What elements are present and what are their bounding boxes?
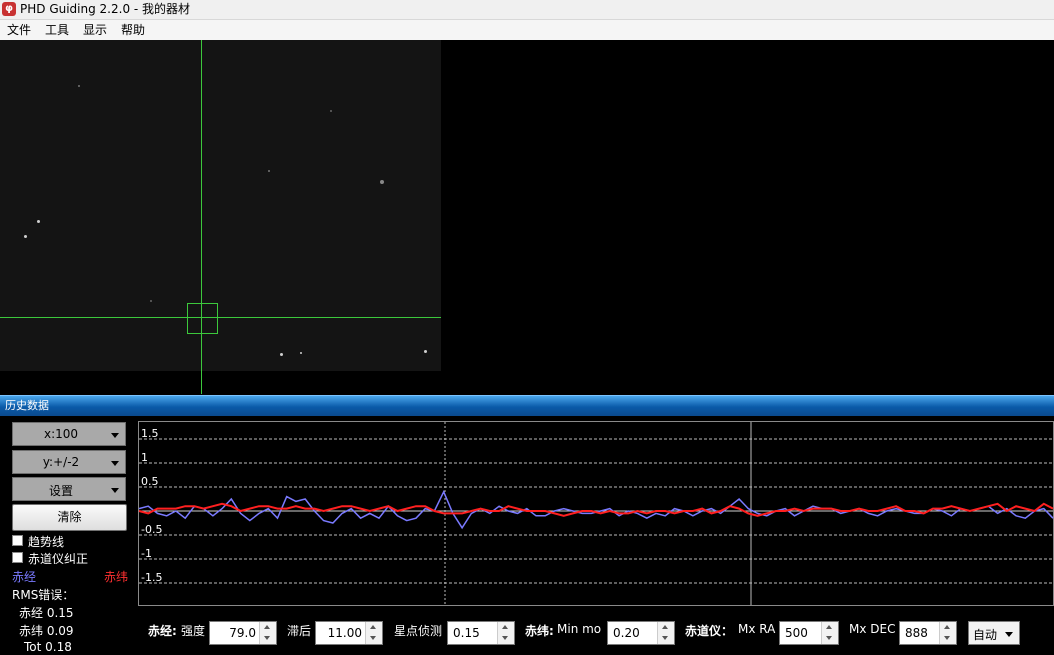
title-bar: φ PHD Guiding 2.2.0 - 我的器材 [0, 0, 1054, 20]
window-title: PHD Guiding 2.2.0 - 我的器材 [20, 2, 191, 16]
spin-arrows-icon[interactable] [259, 622, 276, 644]
hysteresis-label: 滞后 [287, 624, 312, 638]
dec-label: 赤纬: [525, 624, 554, 638]
mount-label: 赤道仪： [685, 624, 734, 638]
star [37, 220, 40, 223]
menu-help[interactable]: 帮助 [121, 22, 145, 38]
y-tick-label: -0.5 [141, 523, 162, 536]
star [24, 235, 27, 238]
menu-tools[interactable]: 工具 [45, 22, 69, 38]
min-mo-label: Min mo [557, 622, 602, 636]
aggressiveness-label: 强度 [181, 624, 206, 638]
aggressiveness-spin[interactable]: 79.0 [209, 621, 277, 645]
star [300, 352, 302, 354]
history-panel: x:100 y:+/-2 设置 清除 趋势线 赤道仪纠正 赤经 赤纬 RMS错误… [0, 416, 1054, 655]
max-dec-spin[interactable]: 888 [899, 621, 957, 645]
spin-arrows-icon[interactable] [821, 622, 838, 644]
star [280, 353, 283, 356]
max-ra-spin[interactable]: 500 [779, 621, 839, 645]
crosshair-vertical [201, 40, 202, 394]
phd-app-icon[interactable]: φ [2, 2, 16, 16]
menu-file[interactable]: 文件 [7, 22, 31, 38]
legend-ra: 赤经 [12, 570, 37, 584]
y-tick-label: -1.5 [141, 571, 162, 584]
star [380, 180, 384, 184]
y-tick-label: 0.5 [141, 475, 159, 488]
min-mo-spin[interactable]: 0.20 [607, 621, 675, 645]
y-scale-dropdown[interactable]: y:+/-2 [12, 450, 126, 474]
spin-arrows-icon[interactable] [365, 622, 382, 644]
crosshair-horizontal [0, 317, 441, 318]
hysteresis-spin[interactable]: 11.00 [315, 621, 383, 645]
menu-bar: 文件 工具 显示 帮助 [0, 20, 1054, 40]
correction-label: 赤道仪纠正 [28, 552, 89, 566]
max-ra-label: Mx RA [738, 622, 776, 636]
guide-history-graph[interactable]: 1.5 1 0.5 -0.5 -1 -1.5 [138, 421, 1054, 606]
correction-checkbox[interactable] [12, 552, 23, 563]
spin-arrows-icon[interactable] [657, 622, 674, 644]
history-title: 历史数据 [5, 399, 49, 412]
rms-dec: 赤纬 0.09 [19, 624, 74, 638]
x-scale-label: x:100 [43, 427, 79, 441]
ra-label: 赤经: [148, 624, 177, 638]
menu-view[interactable]: 显示 [83, 22, 107, 38]
max-dec-value: 888 [905, 626, 928, 640]
spin-arrows-icon[interactable] [939, 622, 956, 644]
star [330, 110, 332, 112]
min-mo-value: 0.20 [613, 626, 640, 640]
star [78, 85, 80, 87]
y-tick-label: 1.5 [141, 427, 159, 440]
x-scale-dropdown[interactable]: x:100 [12, 422, 126, 446]
y-tick-label: 1 [141, 451, 148, 464]
camera-viewport[interactable] [0, 40, 1054, 394]
star-detect-spin[interactable]: 0.15 [447, 621, 515, 645]
chevron-down-icon [111, 461, 119, 466]
settings-dropdown[interactable]: 设置 [12, 477, 126, 501]
chevron-down-icon [111, 488, 119, 493]
star-detect-value: 0.15 [453, 626, 480, 640]
rms-tot: Tot 0.18 [24, 640, 72, 654]
y-tick-label: -1 [141, 547, 152, 560]
star-detect-label: 星点侦测 [394, 624, 443, 638]
chevron-down-icon [1005, 632, 1013, 637]
spin-arrows-icon[interactable] [497, 622, 514, 644]
star [268, 170, 270, 172]
dec-mode-value: 自动 [973, 628, 998, 642]
y-scale-label: y:+/-2 [42, 455, 80, 469]
max-dec-label: Mx DEC [849, 622, 896, 636]
rms-title: RMS错误： [12, 588, 75, 602]
history-header: 历史数据 [0, 395, 1054, 416]
dec-mode-dropdown[interactable]: 自动 [968, 621, 1020, 645]
star [424, 350, 427, 353]
camera-frame[interactable] [0, 40, 441, 371]
chevron-down-icon [111, 433, 119, 438]
guide-star-box [187, 303, 218, 334]
max-ra-value: 500 [785, 626, 808, 640]
rms-ra: 赤经 0.15 [19, 606, 74, 620]
aggressiveness-value: 79.0 [229, 626, 256, 640]
trendlines-checkbox[interactable] [12, 535, 23, 546]
star [150, 300, 152, 302]
clear-button[interactable]: 清除 [12, 504, 127, 531]
legend-dec: 赤纬 [104, 570, 129, 584]
trendlines-label: 趋势线 [28, 535, 65, 549]
hysteresis-value: 11.00 [327, 626, 362, 640]
settings-label: 设置 [48, 484, 73, 498]
